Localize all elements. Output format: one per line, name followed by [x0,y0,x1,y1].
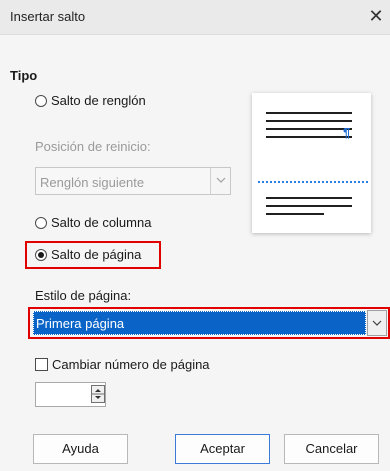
title-bar: Insertar salto ✕ [0,0,390,35]
break-preview: ¶ [252,93,371,233]
ok-button[interactable]: Aceptar [175,434,270,464]
preview-line [266,213,324,215]
page-style-dropdown-button[interactable] [367,310,387,336]
chevron-down-icon [372,320,382,326]
column-break-radio[interactable] [35,217,47,229]
help-button[interactable]: Ayuda [33,434,128,464]
restart-position-select: Renglón siguiente [35,167,231,195]
restart-position-value: Renglón siguiente [40,175,145,190]
page-number-spin-buttons[interactable] [91,385,105,403]
page-style-value: Primera página [36,316,125,331]
page-break-dotted-line [258,181,368,183]
preview-line [266,128,352,130]
column-break-label[interactable]: Salto de columna [51,215,151,230]
dialog-body: Tipo Salto de renglón Posición de reinic… [0,35,390,471]
page-break-label[interactable]: Salto de página [51,247,141,262]
change-page-number-checkbox[interactable] [35,358,48,371]
preview-line [266,120,352,122]
page-break-radio[interactable] [35,249,47,261]
line-break-radio[interactable] [35,95,47,107]
chevron-down-icon [216,177,226,183]
preview-line [266,136,352,138]
cancel-button[interactable]: Cancelar [284,434,379,464]
change-page-number-label[interactable]: Cambiar número de página [52,357,210,372]
window-title: Insertar salto [10,9,86,24]
pilcrow-icon: ¶ [343,125,351,140]
restart-position-label: Posición de reinicio: [35,139,151,154]
preview-line [266,112,352,114]
page-style-label: Estilo de página: [35,288,132,303]
spin-up-down-icon [92,389,104,399]
restart-dropdown-arrow [210,168,230,194]
section-title-tipo: Tipo [10,68,38,83]
preview-line [266,197,352,199]
close-icon[interactable]: ✕ [365,5,387,27]
line-break-label[interactable]: Salto de renglón [51,93,146,108]
preview-line [266,205,352,207]
page-style-select[interactable]: Primera página [33,311,366,335]
